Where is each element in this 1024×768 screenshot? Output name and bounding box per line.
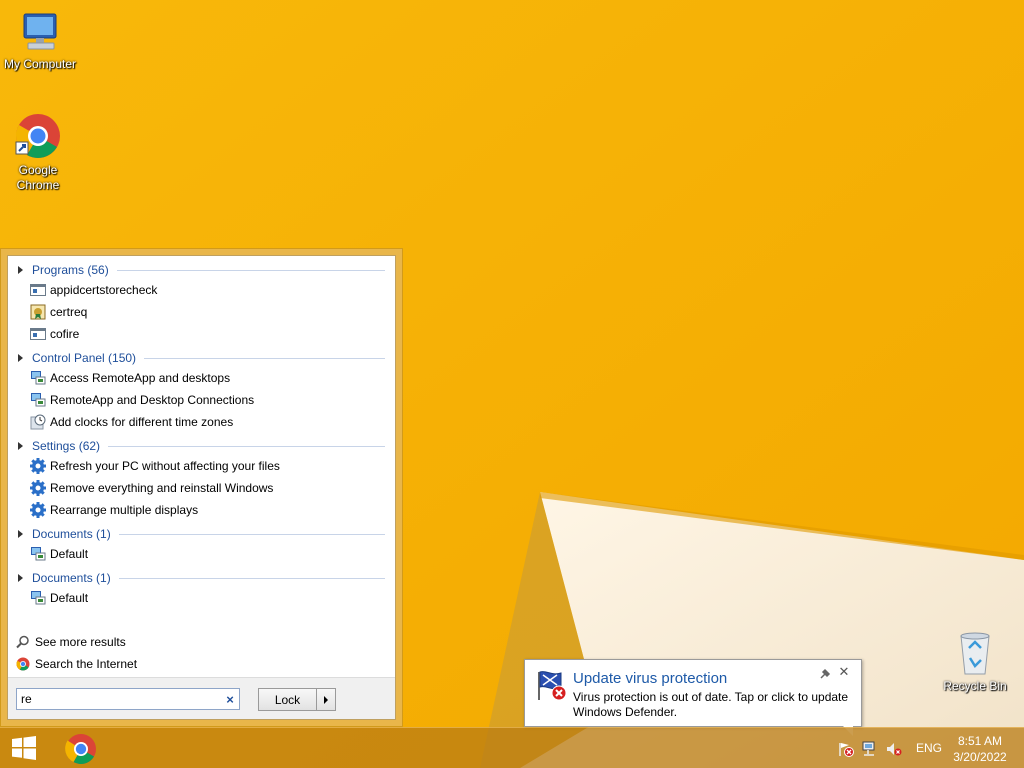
expand-triangle-icon — [18, 354, 23, 362]
taskbar-clock[interactable]: 8:51 AM 3/20/2022 — [946, 733, 1014, 765]
divider — [108, 445, 385, 447]
group-header-documents[interactable]: Documents (1) — [18, 569, 385, 587]
result-item-appidcertstorecheck[interactable]: appidcertstorecheck — [30, 280, 385, 300]
group-header-label: Control Panel (150) — [32, 351, 137, 365]
clock-time: 8:51 AM — [957, 734, 1003, 748]
group-header-settings[interactable]: Settings (62) — [18, 437, 385, 455]
result-item-default[interactable]: Default — [30, 544, 385, 564]
clock-icon — [30, 414, 46, 430]
remote-desktop-icon — [31, 371, 46, 385]
result-label: Default — [50, 591, 89, 605]
search-input[interactable] — [17, 690, 221, 708]
result-label: Rearrange multiple displays — [50, 503, 199, 517]
search-internet-label: Search the Internet — [35, 657, 138, 671]
see-more-results-link[interactable]: See more results — [16, 632, 126, 652]
remote-desktop-icon — [31, 393, 46, 407]
chrome-icon — [15, 114, 60, 158]
result-label: cofire — [50, 327, 80, 341]
lock-button[interactable]: Lock — [258, 688, 336, 711]
expand-triangle-icon — [18, 530, 23, 538]
notification-balloon[interactable]: Update virus protection Virus protection… — [524, 659, 862, 736]
group-header-label: Documents (1) — [32, 527, 111, 541]
desktop-icon-label: My Computer — [3, 57, 77, 71]
computer-icon — [23, 13, 57, 50]
group-header-label: Settings (62) — [32, 439, 101, 453]
divider — [118, 533, 385, 535]
result-item-add-clocks[interactable]: Add clocks for different time zones — [30, 412, 385, 432]
result-label: Remove everything and reinstall Windows — [50, 481, 274, 495]
desktop-icon-label: Google Chrome — [16, 163, 60, 192]
expand-triangle-icon — [18, 266, 23, 274]
start-menu-panel: Programs (56) appidcertstorecheck certre… — [7, 255, 396, 720]
console-app-icon — [30, 328, 46, 340]
speaker-muted-icon[interactable] — [886, 741, 902, 757]
notification-message: Virus protection is out of date. Tap or … — [573, 690, 849, 719]
settings-pin-icon[interactable] — [819, 668, 831, 680]
group-header-label: Programs (56) — [32, 263, 109, 277]
taskbar: ENG 8:51 AM 3/20/2022 — [0, 727, 1024, 768]
gear-icon — [30, 480, 46, 496]
group-header-control-panel[interactable]: Control Panel (150) — [18, 349, 385, 367]
desktop-icon-google-chrome[interactable]: Google Chrome — [0, 112, 78, 193]
lock-button-label[interactable]: Lock — [259, 689, 316, 710]
result-label: Access RemoteApp and desktops — [50, 371, 231, 385]
group-header-programs[interactable]: Programs (56) — [18, 261, 385, 279]
clock-date: 3/20/2022 — [953, 750, 1007, 764]
network-icon[interactable] — [862, 741, 878, 757]
result-label: Add clocks for different time zones — [50, 415, 234, 429]
result-item-certreq[interactable]: certreq — [30, 302, 385, 322]
divider — [118, 577, 385, 579]
remote-desktop-icon — [31, 547, 46, 561]
console-app-icon — [30, 284, 46, 296]
expand-triangle-icon — [18, 574, 23, 582]
gear-icon — [30, 502, 46, 518]
chrome-taskbar-icon[interactable] — [64, 732, 98, 766]
group-header-documents[interactable]: Documents (1) — [18, 525, 385, 543]
result-item-access-remoteapp[interactable]: Access RemoteApp and desktops — [30, 368, 385, 388]
result-item-rearrange-displays[interactable]: Rearrange multiple displays — [30, 500, 385, 520]
action-center-warning-icon[interactable] — [838, 741, 854, 757]
divider — [144, 357, 385, 359]
notification-title: Update virus protection — [573, 670, 728, 687]
desktop-icon-label: Recycle Bin — [943, 679, 1007, 693]
desktop-icon-recycle-bin[interactable]: Recycle Bin — [935, 630, 1015, 694]
result-label: Refresh your PC without affecting your f… — [50, 459, 280, 473]
search-internet-link[interactable]: Search the Internet — [16, 654, 137, 674]
divider — [116, 269, 385, 271]
certificate-icon — [30, 304, 46, 320]
start-menu: Programs (56) appidcertstorecheck certre… — [0, 248, 403, 727]
see-more-results-label: See more results — [35, 635, 126, 649]
chrome-icon — [16, 657, 30, 671]
result-item-refresh-pc[interactable]: Refresh your PC without affecting your f… — [30, 456, 385, 476]
result-label: Default — [50, 547, 89, 561]
result-item-remove-everything[interactable]: Remove everything and reinstall Windows — [30, 478, 385, 498]
remote-desktop-icon — [31, 591, 46, 605]
result-item-cofire[interactable]: cofire — [30, 324, 385, 344]
windows-defender-warning-icon — [538, 671, 567, 701]
result-item-remoteapp-connections[interactable]: RemoteApp and Desktop Connections — [30, 390, 385, 410]
search-icon — [16, 635, 29, 649]
search-bar-area: × Lock — [8, 677, 395, 719]
notification-close-icon[interactable]: ✕ — [837, 665, 851, 679]
desktop-icon-my-computer[interactable]: My Computer — [0, 10, 80, 72]
search-box: × — [16, 688, 240, 710]
clear-search-icon[interactable]: × — [221, 692, 239, 707]
result-label: RemoteApp and Desktop Connections — [50, 393, 255, 407]
power-options-arrow-icon[interactable] — [316, 689, 335, 710]
result-item-default[interactable]: Default — [30, 588, 385, 608]
search-results: Programs (56) appidcertstorecheck certre… — [8, 256, 395, 676]
result-label: certreq — [50, 305, 88, 319]
windows-start-icon[interactable] — [10, 736, 38, 760]
group-header-label: Documents (1) — [32, 571, 111, 585]
recycle-bin-icon — [960, 632, 990, 675]
expand-triangle-icon — [18, 442, 23, 450]
result-label: appidcertstorecheck — [50, 283, 158, 297]
language-indicator[interactable]: ENG — [916, 741, 942, 755]
gear-icon — [30, 458, 46, 474]
